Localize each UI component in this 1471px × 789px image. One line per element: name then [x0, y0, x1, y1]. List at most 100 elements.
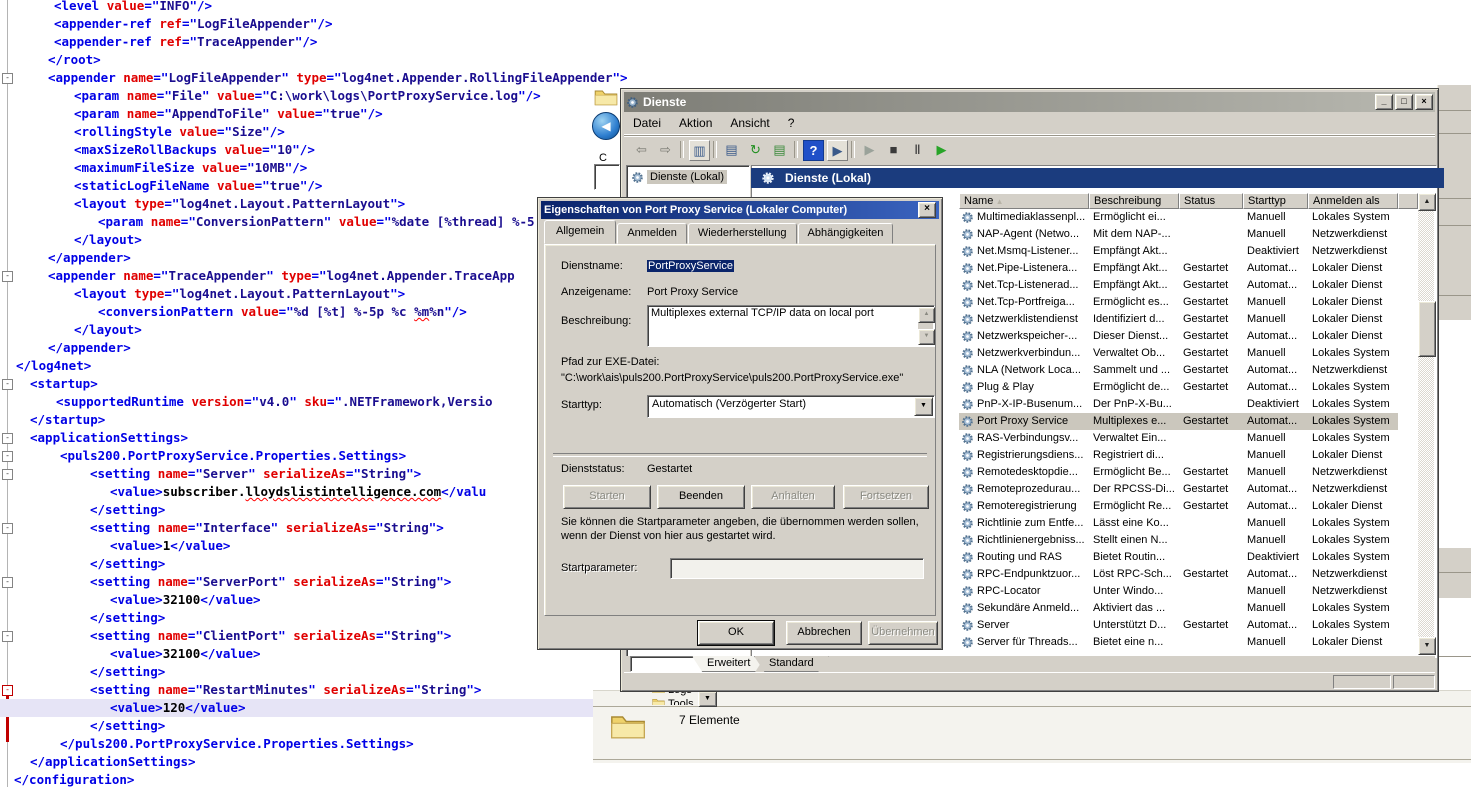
table-row[interactable]: RPC-LocatorUnter Windo...ManuellNetzwerk… [959, 583, 1398, 600]
minimize-button[interactable]: _ [1375, 94, 1393, 110]
starten-button[interactable]: Starten [563, 485, 651, 509]
toolbar[interactable]: ⇦⇨▥▤↻▤?▶▶■Ⅱ▶ [624, 135, 1435, 164]
table-row[interactable]: NAP-Agent (Netwo...Mit dem NAP-...Manuel… [959, 226, 1398, 243]
table-row[interactable]: Net.Pipe-Listenera...Empfängt Akt...Gest… [959, 260, 1398, 277]
close-button[interactable]: × [1415, 94, 1433, 110]
beschreibung-scrollbar[interactable]: ▲ ▼ [918, 307, 933, 345]
code-line[interactable]: <appender name="LogFileAppender" type="l… [0, 69, 1471, 87]
column-header-starttyp[interactable]: Starttyp [1243, 193, 1308, 209]
table-row[interactable]: NetzwerklistendienstIdentifiziert d...Ge… [959, 311, 1398, 328]
table-row[interactable]: Server für Threads...Bietet eine n...Man… [959, 634, 1398, 651]
table-row[interactable]: RAS-Verbindungsv...Verwaltet Ein...Manue… [959, 430, 1398, 447]
table-row[interactable]: Netzwerkspeicher-...Dieser Dienst...Gest… [959, 328, 1398, 345]
service-properties-dialog[interactable]: Eigenschaften von Port Proxy Service (Lo… [537, 197, 943, 650]
show-console-tree-icon[interactable]: ▥ [689, 140, 710, 161]
service-name: Net.Msmq-Listener... [977, 243, 1078, 260]
code-line[interactable]: <level value="INFO"/> [0, 0, 1471, 15]
fortsetzen-button[interactable]: Fortsetzen [843, 485, 929, 509]
pause-service-icon[interactable]: Ⅱ [908, 140, 927, 159]
services-table[interactable]: Name ▲BeschreibungStatusStarttypAnmelden… [959, 193, 1418, 653]
arrow-down-icon[interactable]: ▼ [918, 329, 935, 345]
table-row[interactable]: Multimediaklassenpl...Ermöglicht ei...Ma… [959, 209, 1398, 226]
table-row[interactable]: NLA (Network Loca...Sammelt und ...Gesta… [959, 362, 1398, 379]
startparameter-input[interactable] [670, 558, 924, 579]
refresh-icon[interactable]: ↻ [746, 140, 765, 159]
table-row[interactable]: RemoteregistrierungErmöglicht Re...Gesta… [959, 498, 1398, 515]
scroll-thumb[interactable] [1418, 301, 1436, 357]
menu-item-datei[interactable]: Datei [624, 114, 670, 132]
stop-service-icon[interactable]: ■ [884, 140, 903, 159]
help-icon[interactable]: ? [803, 140, 824, 161]
gear-icon [961, 279, 974, 292]
restart-service-icon[interactable]: ▶ [932, 140, 951, 159]
menu-item-ansicht[interactable]: Ansicht [721, 114, 778, 132]
table-row[interactable]: Routing und RASBietet Routin...Deaktivie… [959, 549, 1398, 566]
view-tab-standard[interactable]: Standard [754, 656, 829, 672]
table-row[interactable]: Net.Msmq-Listener...Empfängt Akt...Deakt… [959, 243, 1398, 260]
table-row[interactable]: Plug & PlayErmöglicht de...GestartetAuto… [959, 379, 1398, 396]
chevron-down-icon[interactable]: ▼ [914, 397, 933, 416]
code-line[interactable]: </root> [0, 51, 1471, 69]
ok-button[interactable]: OK [698, 621, 774, 645]
code-line[interactable]: <appender-ref ref="TraceAppender"/> [0, 33, 1471, 51]
start-service-icon[interactable]: ▶ [860, 140, 879, 159]
dialog-tabs[interactable]: AllgemeinAnmeldenWiederherstellungAbhäng… [544, 223, 894, 244]
table-row[interactable]: Registrierungsdiens...Registriert di...M… [959, 447, 1398, 464]
tree-item-dienste-lokal[interactable]: Dienste (Lokal) [628, 168, 748, 186]
table-row[interactable]: Remotedesktopdie...Ermöglicht Be...Gesta… [959, 464, 1398, 481]
column-header-status[interactable]: Status [1179, 193, 1243, 209]
menu-bar[interactable]: DateiAktionAnsicht? [624, 112, 1435, 135]
tab-abhängigkeiten[interactable]: Abhängigkeiten [798, 223, 894, 244]
cell-anmelden-als: Lokaler Dienst [1308, 294, 1398, 311]
properties-icon[interactable]: ▤ [722, 140, 741, 159]
cell-status: Gestartet [1179, 379, 1243, 396]
column-header-anmelden-als[interactable]: Anmelden als [1308, 193, 1398, 209]
folder-row[interactable]: Tools [652, 697, 694, 705]
uebernehmen-button[interactable]: Übernehmen [868, 621, 938, 645]
dialog-titlebar[interactable]: Eigenschaften von Port Proxy Service (Lo… [541, 201, 939, 219]
forward-icon[interactable]: ⇨ [656, 140, 675, 159]
tab-anmelden[interactable]: Anmelden [617, 223, 687, 244]
column-header-beschreibung[interactable]: Beschreibung [1089, 193, 1179, 209]
table-row[interactable]: Net.Tcp-Listenerad...Empfängt Akt...Gest… [959, 277, 1398, 294]
close-icon[interactable]: × [918, 202, 936, 218]
table-row[interactable]: PnP-X-IP-Busenum...Der PnP-X-Bu...Deakti… [959, 396, 1398, 413]
table-row[interactable]: Sekundäre Anmeld...Aktiviert das ...Manu… [959, 600, 1398, 617]
gear-icon [961, 245, 974, 258]
table-row[interactable]: Richtlinie zum Entfe...Lässt eine Ko...M… [959, 515, 1398, 532]
code-line[interactable]: <appender-ref ref="LogFileAppender"/> [0, 15, 1471, 33]
tab-allgemein[interactable]: Allgemein [544, 220, 616, 244]
explorer-back-button[interactable]: ◀ [592, 112, 620, 140]
table-row[interactable]: ServerUnterstützt D...GestartetAutomat..… [959, 617, 1398, 634]
view-tab-erweitert[interactable]: Erweitert [692, 656, 765, 672]
anhalten-button[interactable]: Anhalten [751, 485, 835, 509]
arrow-up-icon[interactable]: ▲ [918, 307, 935, 323]
table-row[interactable]: RPC-Endpunktzuor...Löst RPC-Sch...Gestar… [959, 566, 1398, 583]
abbrechen-button[interactable]: Abbrechen [786, 621, 862, 645]
table-row[interactable]: Net.Tcp-Portfreiga...Ermöglicht es...Ges… [959, 294, 1398, 311]
table-row[interactable]: Remoteprozedurau...Der RPCSS-Di...Gestar… [959, 481, 1398, 498]
table-row[interactable]: Richtlinienergebniss...Stellt einen N...… [959, 532, 1398, 549]
show-window-icon[interactable]: ▶ [827, 140, 848, 161]
cell-starttyp: Automat... [1243, 566, 1308, 583]
column-header-name[interactable]: Name ▲ [959, 193, 1089, 209]
starttyp-select[interactable]: Automatisch (Verzögerter Start) ▼ [647, 395, 935, 418]
menu-item-aktion[interactable]: Aktion [670, 114, 721, 132]
explorer-input-fragment[interactable] [594, 164, 620, 190]
scroll-up-button[interactable]: ▲ [1418, 193, 1436, 211]
services-window-titlebar[interactable]: Dienste _ □ × [624, 92, 1435, 112]
table-scrollbar[interactable]: ▲ ▼ [1418, 193, 1434, 653]
menu-item-?[interactable]: ? [779, 114, 804, 132]
beenden-button[interactable]: Beenden [657, 485, 745, 509]
code-line[interactable]: </configuration> [0, 771, 1471, 789]
table-row-selected[interactable]: Port Proxy ServiceMultiplexes e...Gestar… [959, 413, 1398, 430]
beschreibung-field[interactable]: Multiplexes external TCP/IP data on loca… [647, 305, 935, 347]
table-row[interactable]: Netzwerkverbindun...Verwaltet Ob...Gesta… [959, 345, 1398, 362]
maximize-button[interactable]: □ [1395, 94, 1413, 110]
back-icon[interactable]: ⇦ [632, 140, 651, 159]
dropdown-button[interactable]: ▼ [698, 691, 717, 707]
tab-wiederherstellung[interactable]: Wiederherstellung [688, 223, 797, 244]
scroll-down-button[interactable]: ▼ [1418, 637, 1436, 655]
cell-beschreibung: Empfängt Akt... [1089, 243, 1179, 260]
export-list-icon[interactable]: ▤ [770, 140, 789, 159]
